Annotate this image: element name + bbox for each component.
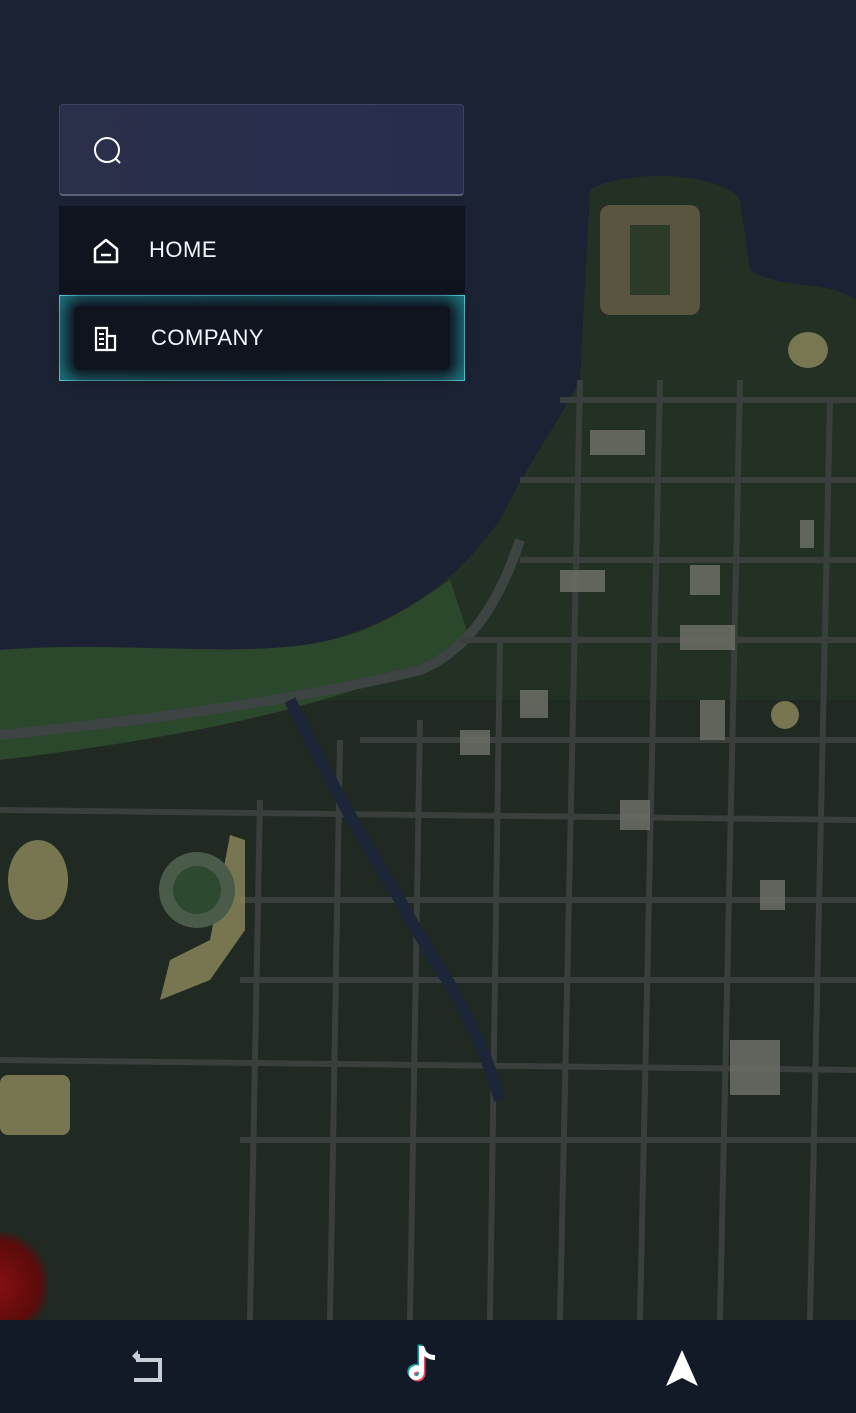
satellite-map xyxy=(0,0,856,1320)
saved-places-menu: HOME COMPANY xyxy=(59,206,465,381)
search-input[interactable] xyxy=(59,104,464,196)
company-building-icon xyxy=(94,326,117,352)
menu-item-company[interactable]: COMPANY xyxy=(59,295,465,381)
search-icon xyxy=(94,137,121,164)
menu-item-home[interactable]: HOME xyxy=(59,206,465,294)
home-icon xyxy=(93,238,119,264)
navigation-arrow-icon[interactable] xyxy=(660,1346,704,1390)
tiktok-icon[interactable] xyxy=(400,1342,444,1386)
map-view[interactable] xyxy=(0,0,856,1320)
back-return-icon[interactable] xyxy=(126,1346,170,1390)
bottom-navigation-bar xyxy=(0,1320,856,1413)
menu-item-label: HOME xyxy=(149,237,217,262)
notification-marker xyxy=(0,1232,48,1320)
menu-item-label: COMPANY xyxy=(151,325,265,350)
